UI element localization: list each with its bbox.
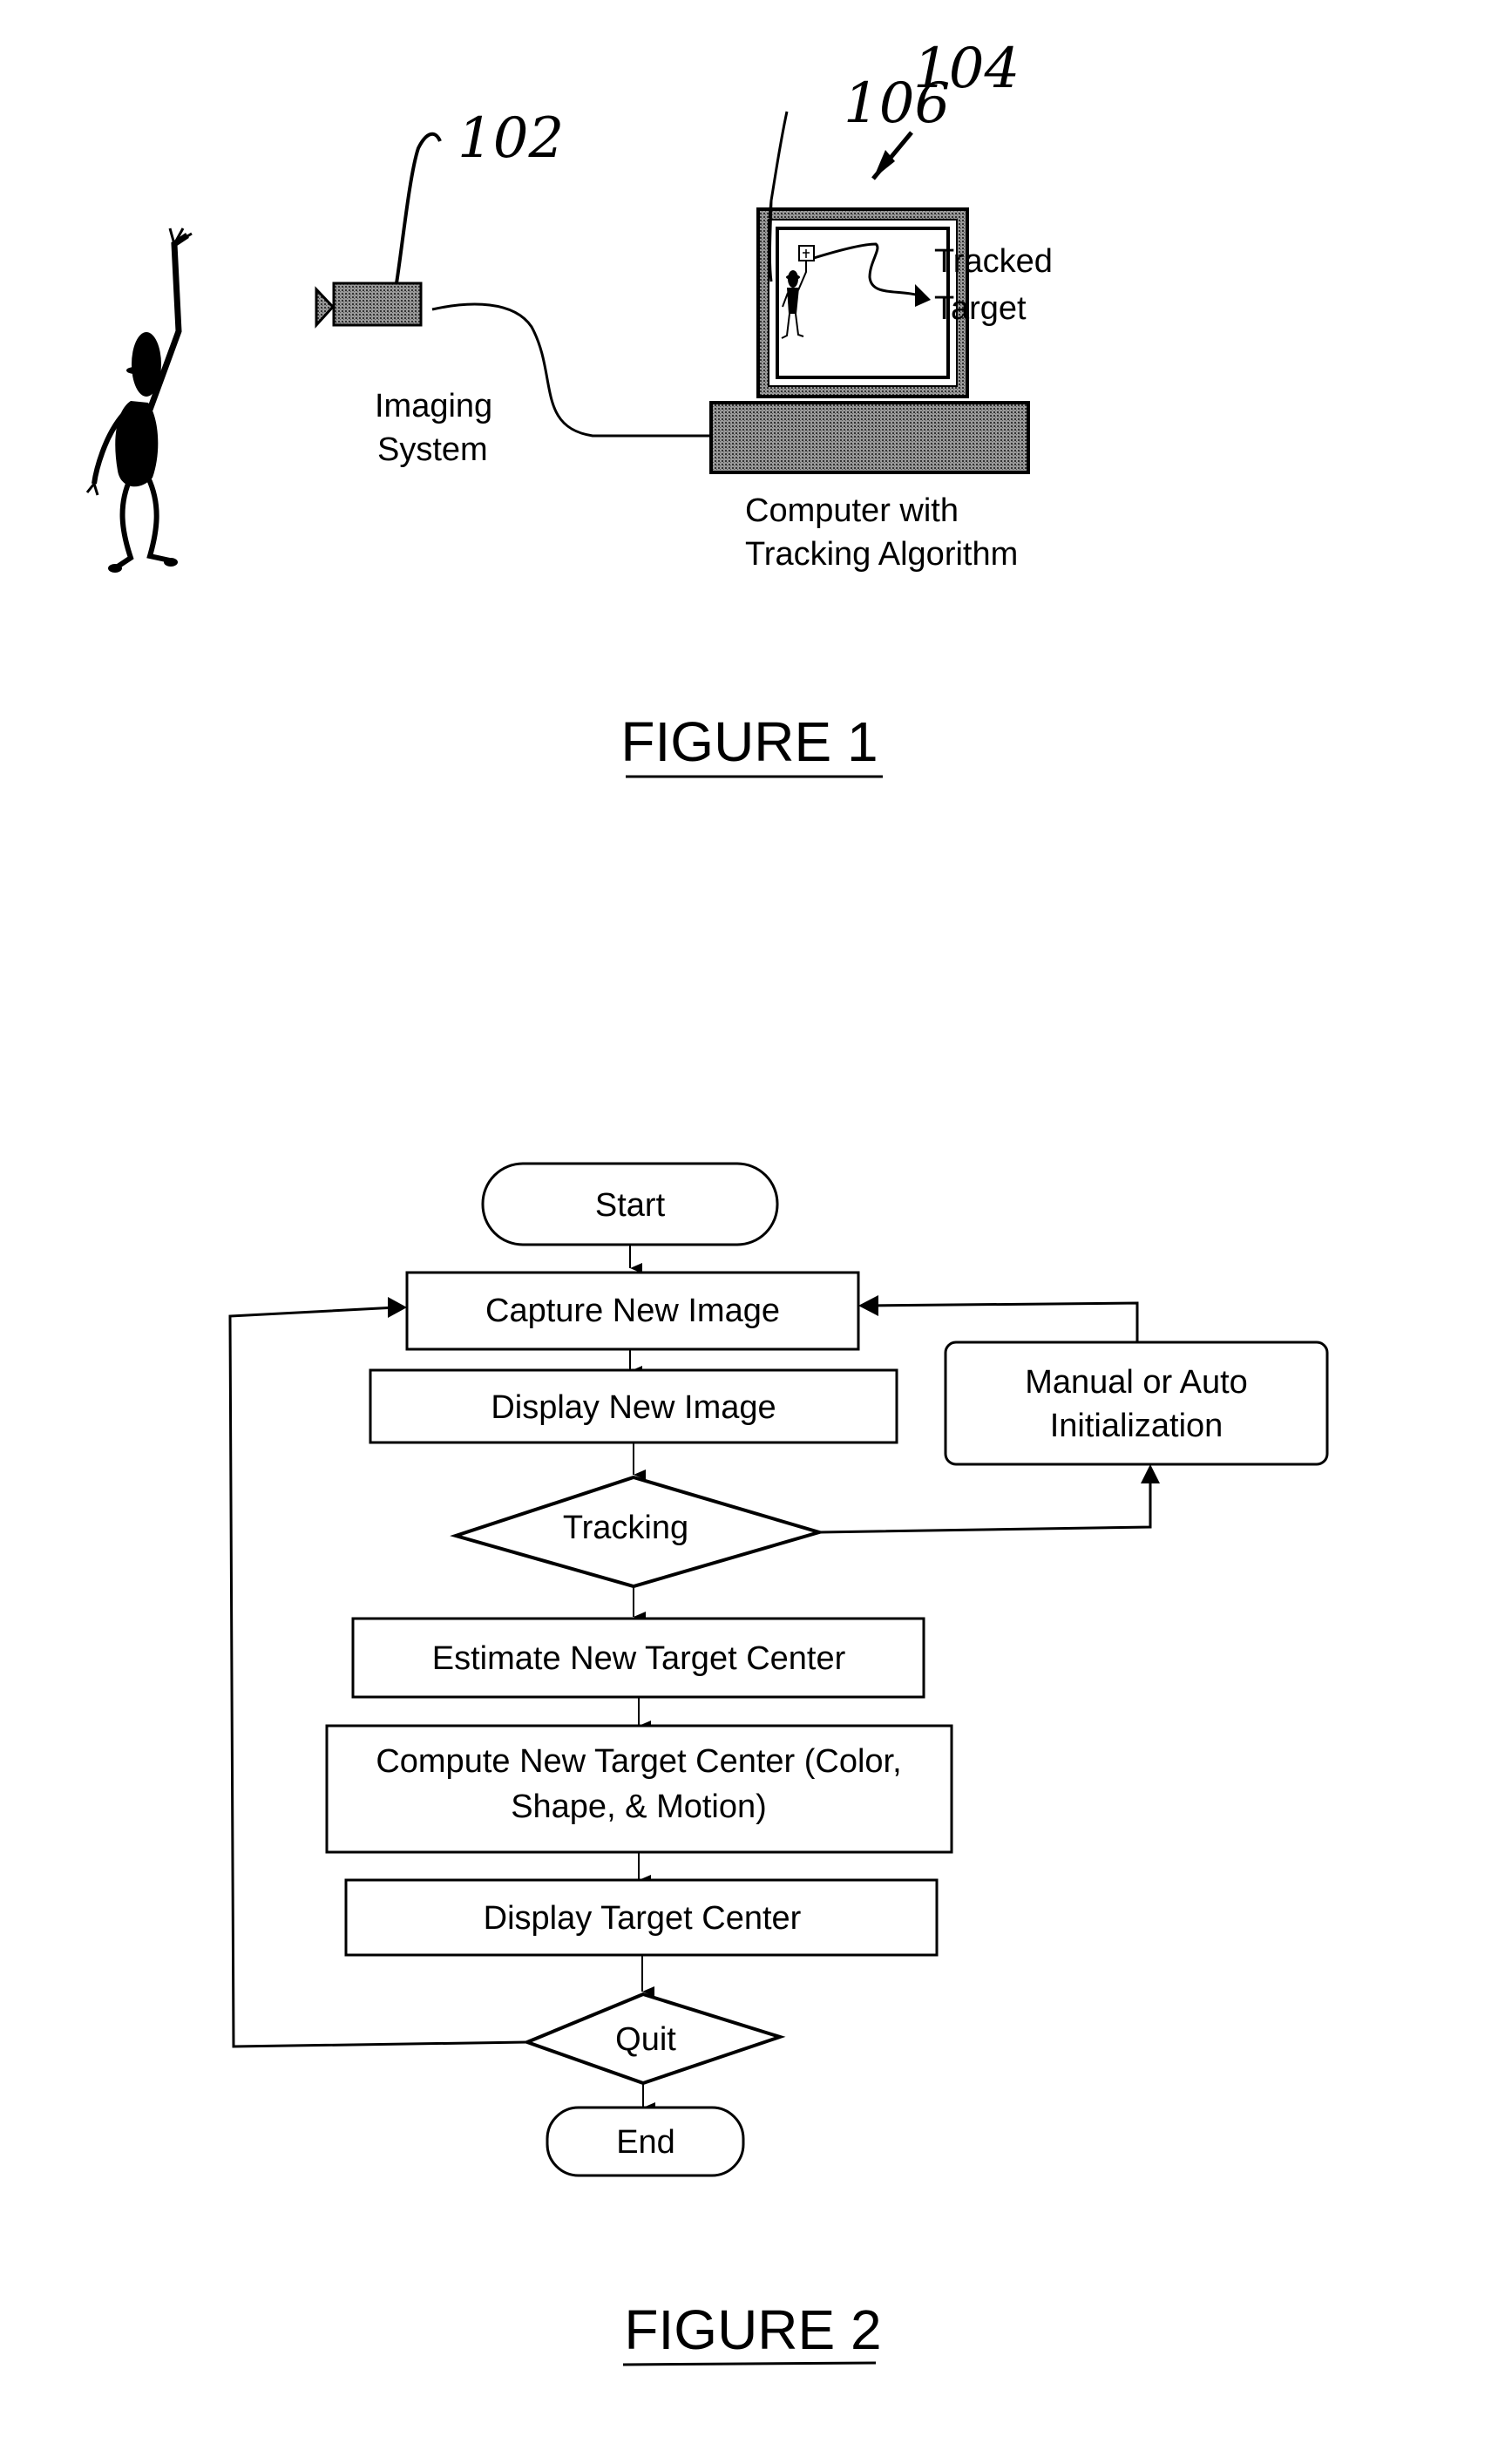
node-display-target-label: Display Target Center — [484, 1900, 802, 1937]
node-quit-label: Quit — [615, 2021, 676, 2058]
camera-icon — [315, 282, 423, 329]
node-manual-init-label-line2: Initialization — [1050, 1408, 1223, 1444]
arrow-init-to-capture — [866, 1301, 1139, 1342]
node-capture-label: Capture New Image — [485, 1293, 780, 1329]
patent-drawing-sheet: 102 Imaging System 106 104 Tracked Targe… — [85, 37, 1329, 2366]
person-icon — [85, 227, 193, 573]
computer-base-icon — [709, 401, 1030, 474]
arrow-tracking-to-init — [818, 1477, 1152, 1534]
ref-leader-102 — [395, 132, 442, 284]
imaging-system-label-line1: Imaging — [375, 388, 492, 424]
arrowhead-init-to-capture — [858, 1295, 878, 1316]
imaging-system-label-line2: System — [377, 431, 488, 468]
ref-label-104: 104 — [913, 37, 1020, 101]
node-start-label: Start — [595, 1187, 666, 1224]
arrowhead-tracking-to-init — [1141, 1464, 1160, 1483]
node-end-label: End — [616, 2124, 675, 2161]
figure-2-caption: FIGURE 2 — [624, 2298, 881, 2361]
computer-label-line1: Computer with — [745, 492, 959, 529]
node-compute-label-line1: Compute New Target Center (Color, — [376, 1743, 901, 1780]
figure-1-caption: FIGURE 1 — [620, 710, 878, 773]
tracked-target-label-line2: Target — [934, 290, 1027, 327]
tracked-target-label-line1: Tracked — [934, 243, 1053, 280]
figure-2-caption-underline — [622, 2361, 877, 2366]
computer-label-line2: Tracking Algorithm — [745, 536, 1018, 573]
node-display-image-label: Display New Image — [491, 1389, 776, 1426]
node-manual-init — [944, 1341, 1329, 1466]
figure-2-flowchart: Start Capture New Image Display New Imag… — [228, 1162, 1329, 2366]
ref-label-102: 102 — [458, 106, 564, 171]
node-tracking-label: Tracking — [563, 1510, 688, 1546]
arrowhead-quit-loop-to-capture — [388, 1297, 407, 1318]
node-estimate-label: Estimate New Target Center — [432, 1640, 846, 1677]
node-manual-init-label-line1: Manual or Auto — [1025, 1364, 1248, 1401]
node-compute-label-line2: Shape, & Motion) — [511, 1789, 767, 1825]
figure-1: 102 Imaging System 106 104 Tracked Targe… — [85, 37, 1053, 778]
